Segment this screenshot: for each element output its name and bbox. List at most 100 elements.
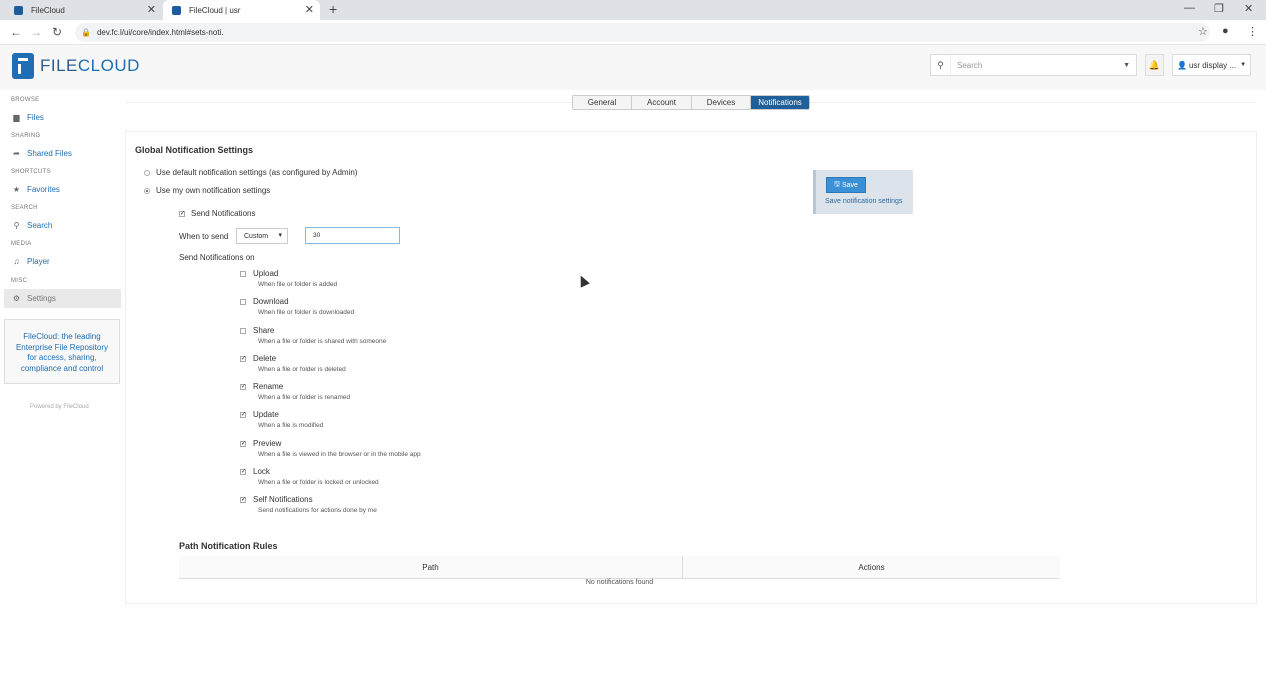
- option-description: Send notifications for actions done by m…: [258, 507, 377, 514]
- powered-by-text: Powered by FileCloud: [30, 404, 89, 410]
- option-label: Preview: [253, 438, 282, 448]
- option-label: Lock: [253, 466, 270, 476]
- send-notifications-label: Send Notifications: [191, 209, 256, 218]
- option-label: Upload: [253, 269, 279, 278]
- share-icon: ➦: [13, 149, 20, 158]
- send-on-label: Send Notifications on: [179, 253, 255, 262]
- settings-tabs: General Account Devices Notifications: [572, 95, 810, 110]
- when-to-send-select[interactable]: Custom ▾: [236, 228, 288, 244]
- sidebar-item-label: Files: [27, 113, 44, 122]
- sidebar-item-label: Shared Files: [27, 149, 72, 158]
- tab-devices[interactable]: Devices: [692, 96, 751, 109]
- notifications-bell-button[interactable]: 🔔: [1145, 54, 1164, 76]
- user-label: usr display ...: [1188, 60, 1237, 70]
- option-label: Delete: [253, 353, 277, 363]
- sidebar-item-search[interactable]: ⚲ Search: [0, 216, 121, 235]
- url-text: dev.fc.l/ui/core/index.html#sets-noti.: [96, 28, 224, 37]
- page-title: Global Notification Settings: [135, 145, 254, 155]
- send-notifications-checkbox[interactable]: ✓: [179, 211, 185, 217]
- save-button-label: Save: [842, 181, 858, 189]
- sidebar: BROWSE ▆ Files SHARING ➦ Shared Files SH…: [0, 90, 125, 680]
- search-placeholder: Search: [957, 60, 983, 70]
- lock-icon: 🔒: [81, 28, 91, 37]
- radio-button-selected[interactable]: [144, 187, 150, 194]
- profile-icon[interactable]: ●: [1222, 25, 1229, 37]
- option-description: When a file or folder is shared with som…: [258, 337, 387, 345]
- floppy-icon: 🖫: [834, 180, 840, 188]
- empty-state-text: No notifications found: [585, 579, 654, 586]
- option-checkbox[interactable]: ✓: [240, 440, 246, 447]
- option-checkbox[interactable]: [240, 327, 246, 334]
- interval-value: 30: [313, 232, 321, 239]
- filecloud-favicon-icon: [172, 5, 181, 15]
- sidebar-item-settings[interactable]: ⚙ Settings: [4, 289, 121, 308]
- tab-general[interactable]: General: [573, 96, 632, 109]
- path-rules-title: Path Notification Rules: [179, 541, 278, 551]
- menu-dots-icon[interactable]: ⋮: [1247, 25, 1258, 38]
- logo-text-file: FILE: [40, 56, 78, 75]
- option-checkbox[interactable]: ✓: [240, 497, 246, 503]
- chevron-down-icon[interactable]: ▼: [1123, 62, 1130, 69]
- sidebar-item-label: Player: [27, 257, 50, 266]
- option-checkbox[interactable]: ✓: [240, 412, 246, 419]
- search-input[interactable]: ⚲ Search ▼: [930, 54, 1137, 76]
- option-checkbox[interactable]: ✓: [240, 384, 246, 390]
- close-window-icon[interactable]: ✕: [1244, 2, 1253, 15]
- filecloud-logo[interactable]: FILECLOUD: [12, 53, 140, 79]
- browser-tab[interactable]: FileCloud ✕: [6, 0, 162, 20]
- sidebar-item-shared-files[interactable]: ➦ Shared Files: [0, 144, 121, 163]
- forward-icon[interactable]: →: [30, 25, 42, 39]
- radio-default-settings[interactable]: Use default notification settings (as co…: [144, 168, 357, 177]
- user-menu-button[interactable]: 👤 usr display ... ▼: [1172, 54, 1251, 76]
- radio-button[interactable]: [144, 169, 150, 176]
- folder-icon: ▆: [13, 113, 20, 122]
- restore-icon[interactable]: ❐: [1214, 2, 1224, 15]
- close-tab-icon[interactable]: ✕: [147, 3, 156, 16]
- option-description: When a file or folder is locked or unloc…: [258, 478, 379, 486]
- browser-tab-title: FileCloud: [31, 5, 65, 15]
- interval-input[interactable]: 30: [305, 227, 400, 244]
- back-icon[interactable]: ←: [10, 25, 22, 39]
- url-field[interactable]: 🔒 dev.fc.l/ui/core/index.html#sets-noti.: [75, 23, 1210, 42]
- option-checkbox[interactable]: [240, 271, 246, 277]
- browser-tab-title: FileCloud | usr: [189, 5, 241, 15]
- sidebar-item-favorites[interactable]: ★ Favorites: [0, 180, 121, 199]
- star-icon: ★: [12, 185, 21, 194]
- option-label: Rename: [253, 382, 284, 391]
- reload-icon[interactable]: ↻: [52, 25, 62, 39]
- close-tab-icon[interactable]: ✕: [305, 3, 314, 16]
- browser-tab-active[interactable]: FileCloud | usr ✕: [163, 0, 320, 20]
- sidebar-section-search: SEARCH: [11, 205, 38, 211]
- option-checkbox[interactable]: ✓: [240, 468, 246, 475]
- option-description: When file or folder is downloaded: [258, 309, 355, 317]
- tab-account[interactable]: Account: [632, 96, 692, 109]
- promo-box[interactable]: FileCloud: the leading Enterprise File R…: [4, 319, 120, 384]
- address-bar: ← → ↻ 🔒 dev.fc.l/ui/core/index.html#sets…: [0, 20, 1266, 45]
- radio-label: Use default notification settings (as co…: [156, 168, 358, 177]
- when-to-send-value: Custom: [244, 232, 269, 240]
- save-button[interactable]: 🖫 Save: [826, 177, 866, 193]
- bookmark-star-icon[interactable]: ☆: [1198, 25, 1208, 38]
- minimize-icon[interactable]: —: [1184, 2, 1195, 14]
- option-description: When a file is viewed in the browser or …: [258, 450, 421, 458]
- path-rules-table-header: Path Actions: [179, 556, 1060, 579]
- sidebar-section-sharing: SHARING: [11, 133, 41, 139]
- new-tab-icon[interactable]: +: [329, 1, 337, 17]
- column-header-actions[interactable]: Actions: [683, 556, 1060, 578]
- sidebar-section-media: MEDIA: [11, 241, 32, 247]
- option-description: When a file or folder is renamed: [258, 394, 351, 401]
- tab-notifications[interactable]: Notifications: [751, 96, 809, 109]
- save-panel: 🖫 Save Save notification settings: [813, 170, 913, 214]
- option-checkbox[interactable]: ✓: [240, 355, 246, 362]
- option-checkbox[interactable]: [240, 299, 246, 306]
- sidebar-item-player[interactable]: ♫ Player: [0, 252, 121, 271]
- sidebar-section-misc: MISC: [11, 278, 28, 284]
- sidebar-section-shortcuts: SHORTCUTS: [11, 169, 51, 175]
- column-header-path[interactable]: Path: [179, 556, 683, 578]
- bell-icon: 🔔: [1148, 59, 1161, 70]
- sidebar-item-files[interactable]: ▆ Files: [0, 108, 121, 127]
- option-label: Download: [253, 297, 289, 307]
- filecloud-favicon-icon: [14, 5, 23, 15]
- option-description: When a file is modified: [258, 422, 324, 430]
- radio-own-settings[interactable]: Use my own notification settings: [144, 186, 270, 195]
